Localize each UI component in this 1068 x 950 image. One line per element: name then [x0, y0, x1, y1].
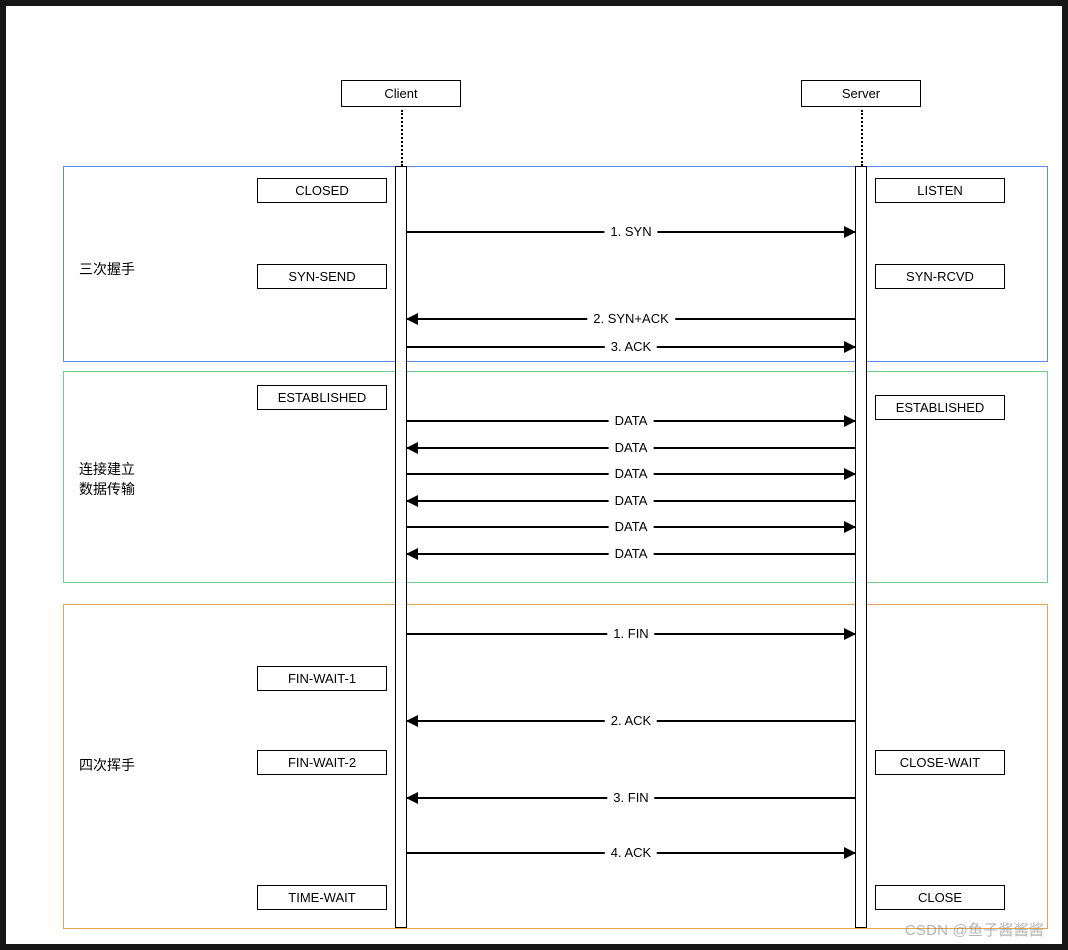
arrowhead-left-icon [406, 715, 418, 727]
message-label: 2. SYN+ACK [587, 311, 675, 326]
message-arrow: DATA [407, 420, 855, 422]
arrowhead-right-icon [844, 468, 856, 480]
message-arrow: 4. ACK [407, 852, 855, 854]
server-state: CLOSE-WAIT [875, 750, 1005, 775]
message-label: DATA [609, 440, 654, 455]
phase-label-established: 连接建立 数据传输 [79, 460, 135, 499]
message-arrow: DATA [407, 500, 855, 502]
message-label: DATA [609, 546, 654, 561]
message-label: 4. ACK [605, 845, 657, 860]
message-label: DATA [609, 413, 654, 428]
message-label: DATA [609, 519, 654, 534]
client-state: ESTABLISHED [257, 385, 387, 410]
sequence-diagram: { "actors": { "client": "Client", "serve… [6, 6, 1062, 944]
arrowhead-right-icon [844, 415, 856, 427]
message-label: 1. SYN [604, 224, 657, 239]
arrowhead-left-icon [406, 792, 418, 804]
lifeline-client-stem [401, 110, 403, 166]
message-arrow: 2. SYN+ACK [407, 318, 855, 320]
activation-server [855, 166, 867, 928]
phase-label-wave: 四次挥手 [79, 756, 135, 776]
server-state: CLOSE [875, 885, 1005, 910]
message-label: 1. FIN [607, 626, 654, 641]
arrowhead-right-icon [844, 628, 856, 640]
actor-client: Client [341, 80, 461, 107]
message-label: 3. ACK [605, 339, 657, 354]
message-label: 2. ACK [605, 713, 657, 728]
client-state: FIN-WAIT-1 [257, 666, 387, 691]
arrowhead-right-icon [844, 847, 856, 859]
client-state: SYN-SEND [257, 264, 387, 289]
message-label: DATA [609, 493, 654, 508]
arrowhead-right-icon [844, 226, 856, 238]
client-state: CLOSED [257, 178, 387, 203]
actor-server: Server [801, 80, 921, 107]
client-state: FIN-WAIT-2 [257, 750, 387, 775]
message-arrow: 3. ACK [407, 346, 855, 348]
arrowhead-right-icon [844, 521, 856, 533]
activation-client [395, 166, 407, 928]
message-arrow: 1. SYN [407, 231, 855, 233]
arrowhead-left-icon [406, 442, 418, 454]
message-arrow: 1. FIN [407, 633, 855, 635]
message-arrow: DATA [407, 473, 855, 475]
actor-server-label: Server [842, 86, 880, 101]
arrowhead-left-icon [406, 495, 418, 507]
actor-client-label: Client [384, 86, 417, 101]
phase-label-handshake: 三次握手 [79, 260, 135, 280]
watermark: CSDN @鱼子酱酱酱 [905, 919, 1044, 940]
message-arrow: 3. FIN [407, 797, 855, 799]
message-arrow: 2. ACK [407, 720, 855, 722]
message-arrow: DATA [407, 447, 855, 449]
server-state: SYN-RCVD [875, 264, 1005, 289]
server-state: ESTABLISHED [875, 395, 1005, 420]
message-arrow: DATA [407, 526, 855, 528]
message-label: 3. FIN [607, 790, 654, 805]
arrowhead-left-icon [406, 313, 418, 325]
lifeline-server-stem [861, 110, 863, 166]
message-label: DATA [609, 466, 654, 481]
arrowhead-left-icon [406, 548, 418, 560]
server-state: LISTEN [875, 178, 1005, 203]
message-arrow: DATA [407, 553, 855, 555]
arrowhead-right-icon [844, 341, 856, 353]
client-state: TIME-WAIT [257, 885, 387, 910]
